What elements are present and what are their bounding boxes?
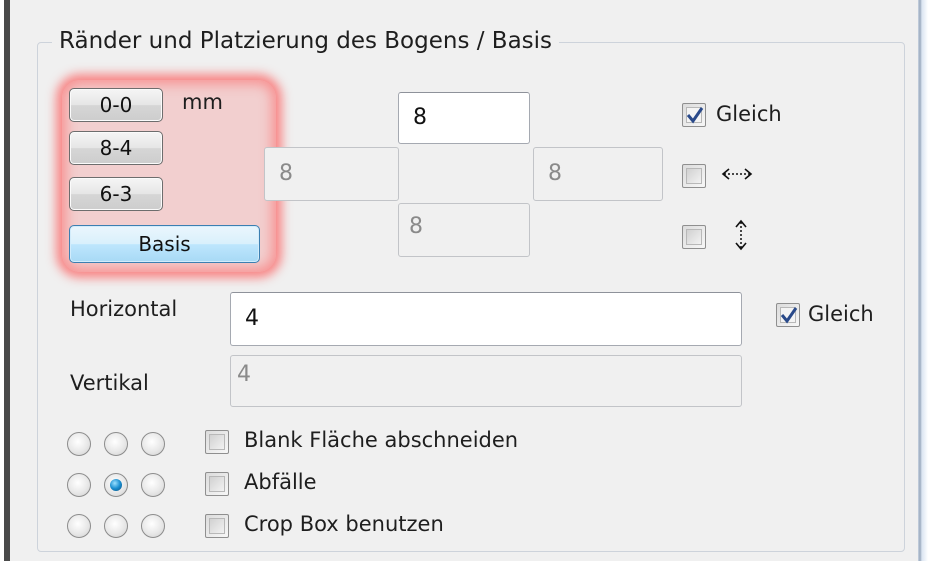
checkmark-icon — [780, 307, 798, 324]
horizontal-spacing-label: Horizontal — [70, 297, 178, 321]
checkbox-box — [686, 229, 702, 245]
window-right-edge — [918, 0, 928, 561]
radio-selected-dot — [110, 479, 122, 491]
margin-bottom-input[interactable]: 8 — [398, 203, 530, 257]
preset-basis-button[interactable]: Basis — [69, 225, 260, 263]
spacing-equal-checkbox[interactable] — [776, 303, 800, 327]
preset-0-0-button[interactable]: 0-0 — [69, 88, 163, 122]
use-crop-box-label: Crop Box benutzen — [244, 512, 444, 536]
margins-equal-checkbox[interactable] — [682, 103, 706, 127]
waste-checkbox[interactable] — [205, 472, 229, 496]
window-left-edge — [0, 0, 12, 561]
placement-radio-top-left[interactable] — [67, 432, 91, 456]
preset-6-3-button[interactable]: 6-3 — [69, 177, 163, 211]
margins-equal-label: Gleich — [716, 102, 782, 126]
placement-radio-bottom-center[interactable] — [104, 514, 128, 538]
unit-label: mm — [182, 90, 223, 114]
checkbox-box — [209, 518, 225, 534]
horizontal-arrows-icon — [720, 162, 754, 192]
preset-8-4-button[interactable]: 8-4 — [69, 131, 163, 165]
group-title: Ränder und Platzierung des Bogens / Basi… — [52, 26, 560, 56]
checkbox-box — [209, 476, 225, 492]
placement-radio-top-center[interactable] — [104, 432, 128, 456]
horizontal-spacing-input[interactable]: 4 — [230, 292, 742, 346]
spacing-equal-label: Gleich — [808, 302, 874, 326]
mirror-vertical-checkbox[interactable] — [682, 225, 706, 249]
margin-right-input[interactable]: 8 — [533, 147, 663, 201]
waste-label: Abfälle — [244, 470, 317, 494]
use-crop-box-checkbox[interactable] — [205, 514, 229, 538]
placement-radio-middle-right[interactable] — [141, 473, 165, 497]
margin-left-input[interactable]: 8 — [264, 147, 399, 201]
vertical-spacing-input[interactable]: 4 — [230, 355, 742, 407]
checkbox-box — [209, 434, 225, 450]
placement-radio-middle-left[interactable] — [67, 473, 91, 497]
placement-radio-center[interactable] — [104, 473, 128, 497]
margin-top-input[interactable]: 8 — [398, 92, 530, 144]
checkbox-box — [686, 168, 702, 184]
checkmark-icon — [686, 107, 704, 124]
mirror-horizontal-checkbox[interactable] — [682, 164, 706, 188]
crop-blank-area-checkbox[interactable] — [205, 430, 229, 454]
placement-radio-bottom-left[interactable] — [67, 514, 91, 538]
vertical-spacing-label: Vertikal — [70, 371, 149, 395]
placement-radio-bottom-right[interactable] — [141, 514, 165, 538]
vertical-arrows-icon — [731, 218, 751, 258]
placement-radio-top-right[interactable] — [141, 432, 165, 456]
crop-blank-area-label: Blank Fläche abschneiden — [244, 428, 519, 452]
